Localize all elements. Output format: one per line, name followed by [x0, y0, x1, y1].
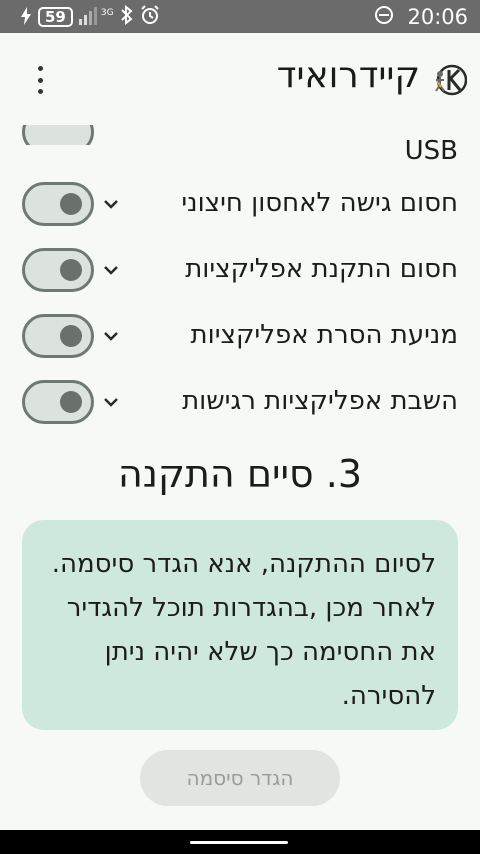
setting-row-block-external-storage[interactable]: חסום גישה לאחסון חיצוני: [0, 172, 480, 238]
chevron-down-icon[interactable]: [98, 389, 124, 415]
status-bar: 59 3G 20:06: [0, 0, 480, 33]
app-title: קיידרואיד: [276, 55, 420, 96]
home-handle[interactable]: [190, 841, 288, 844]
info-card-text: לסיום ההתקנה, אנא הגדר סיסמה. לאחר מכן ,…: [51, 549, 436, 711]
toggle-knob: [60, 325, 82, 347]
more-vert-icon[interactable]: [26, 63, 54, 97]
data-saver-icon: [373, 4, 395, 30]
set-password-button[interactable]: הגדר סיסמה: [140, 750, 340, 806]
toggle-knob: [60, 193, 82, 215]
bluetooth-icon: [120, 4, 134, 29]
toggle-switch[interactable]: [22, 182, 94, 226]
toggle-switch[interactable]: [22, 314, 94, 358]
toggle-knob: [60, 391, 82, 413]
app-bar: קיידרואיד: [0, 33, 480, 125]
setting-label: מניעת הסרת אפליקציות: [190, 320, 458, 350]
setting-row-disable-sensitive-apps[interactable]: השבת אפליקציות רגישות: [0, 370, 480, 436]
clock: 20:06: [407, 5, 468, 29]
network-type: 3G: [100, 7, 114, 18]
status-right: 20:06: [373, 5, 468, 29]
setting-row-block-app-install[interactable]: חסום התקנת אפליקציות: [0, 238, 480, 304]
status-left: 59 3G: [20, 4, 160, 29]
setting-row-prevent-app-removal[interactable]: מניעת הסרת אפליקציות: [0, 304, 480, 370]
toggle-knob: [60, 259, 82, 281]
flash-icon: [20, 6, 32, 28]
chevron-down-icon[interactable]: [98, 257, 124, 283]
setting-label: חסום גישה לאחסון חיצוני: [181, 188, 458, 218]
setting-label: השבת אפליקציות רגישות: [182, 386, 458, 416]
chevron-down-icon[interactable]: [98, 191, 124, 217]
toggle-switch[interactable]: [22, 248, 94, 292]
signal-icon: [78, 5, 101, 29]
kiddroid-logo: [433, 63, 468, 97]
section-title: 3. סיים התקנה: [117, 452, 363, 496]
usb-toggle[interactable]: [22, 125, 94, 145]
navigation-bar: [0, 830, 480, 854]
toggle-switch[interactable]: [22, 380, 94, 424]
chevron-down-icon[interactable]: [98, 323, 124, 349]
usb-label: USB: [404, 136, 458, 166]
info-card: לסיום ההתקנה, אנא הגדר סיסמה. לאחר מכן ,…: [22, 520, 458, 730]
battery-indicator: 59: [38, 7, 73, 27]
alarm-icon: [140, 5, 160, 29]
setting-label: חסום התקנת אפליקציות: [185, 254, 458, 284]
